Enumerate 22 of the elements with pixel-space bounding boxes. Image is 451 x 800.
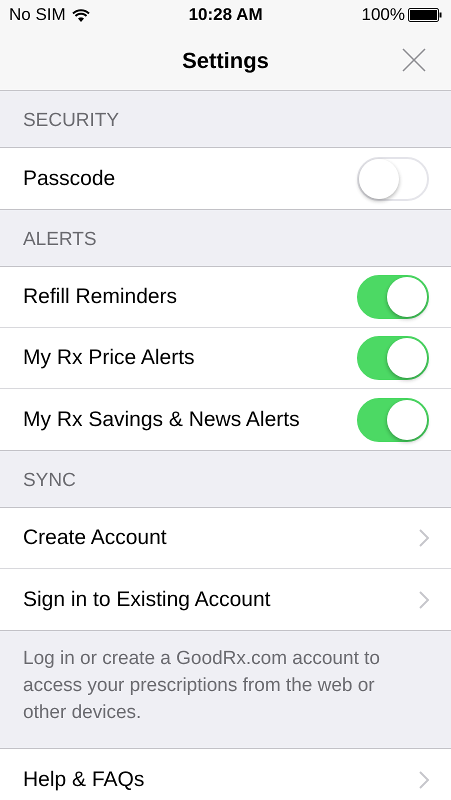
close-button[interactable] bbox=[401, 47, 427, 73]
toggle-switch[interactable] bbox=[357, 275, 429, 319]
row-label: My Rx Savings & News Alerts bbox=[23, 406, 300, 433]
nav-title: Settings bbox=[182, 46, 269, 75]
section-header: SYNC bbox=[23, 468, 76, 492]
section-header: SECURITY bbox=[23, 108, 120, 132]
section-header: ALERTS bbox=[23, 228, 97, 252]
chevron-icon bbox=[419, 770, 429, 788]
section-footer: Log in or create a GoodRx.com account to access your prescriptions from the web or other devices. bbox=[23, 645, 381, 726]
toggle-switch[interactable] bbox=[357, 336, 429, 380]
row-label: My Rx Price Alerts bbox=[23, 345, 195, 372]
row-label: Refill Reminders bbox=[23, 284, 178, 310]
battery-icon bbox=[408, 8, 442, 22]
toggle-switch[interactable] bbox=[357, 398, 429, 442]
battery-percent: 100% bbox=[362, 4, 405, 26]
status-time: 10:28 AM bbox=[188, 4, 263, 26]
row-label: Passcode bbox=[23, 166, 116, 192]
chevron-icon bbox=[419, 590, 429, 608]
close-icon bbox=[402, 48, 426, 72]
chevron-icon bbox=[419, 529, 429, 547]
wifi-icon bbox=[72, 8, 90, 22]
carrier-label: No SIM bbox=[9, 4, 66, 26]
